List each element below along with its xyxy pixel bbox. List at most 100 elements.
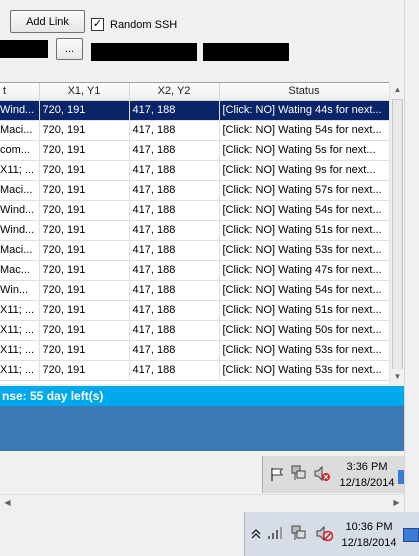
cell-status: [Click: NO] Wating 54s for next... <box>219 200 390 221</box>
cell-agent: Wind... <box>0 200 40 221</box>
chevron-up-icon[interactable] <box>251 528 261 540</box>
scroll-right-icon[interactable]: ▶ <box>389 495 404 510</box>
table-row[interactable]: X11; ... 720, 191 417, 188 [Click: NO] Wati… <box>0 160 390 181</box>
cell-x2y2: 417, 188 <box>129 280 220 301</box>
show-desktop-button[interactable] <box>403 528 419 542</box>
table-row[interactable]: X11; ... 720, 191 417, 188 [Click: NO] Wati… <box>0 300 390 321</box>
column-header-x2y2[interactable]: X2, Y2 <box>129 83 220 101</box>
browse-button[interactable]: ... <box>56 38 83 60</box>
cell-x2y2: 417, 188 <box>129 340 220 361</box>
cell-agent: Win... <box>0 280 40 301</box>
add-link-button[interactable]: Add Link <box>10 10 85 33</box>
outer-system-tray: 10:36 PM 12/18/2014 <box>244 512 419 556</box>
blue-panel <box>0 406 404 451</box>
inner-system-tray: 3:36 PM 12/18/2014 <box>262 456 404 493</box>
scrollbar-thumb[interactable] <box>392 99 403 379</box>
table-row[interactable]: Maci... 720, 191 417, 188 [Click: NO] Watin… <box>0 180 390 201</box>
cell-x1y1: 720, 191 <box>39 360 130 381</box>
redacted-field <box>0 40 48 58</box>
column-header-status[interactable]: Status <box>219 83 390 101</box>
cell-x1y1: 720, 191 <box>39 140 130 161</box>
horizontal-scrollbar[interactable]: ◀ ▶ <box>0 494 404 510</box>
table-row[interactable]: X11; ... 720, 191 417, 188 [Click: NO] Wati… <box>0 320 390 341</box>
cell-agent: X11; ... <box>0 360 40 381</box>
cell-x2y2: 417, 188 <box>129 160 220 181</box>
cell-x1y1: 720, 191 <box>39 220 130 241</box>
cell-agent: com... <box>0 140 40 161</box>
links-grid: t X1, Y1 X2, Y2 Status Wind... 720, 191 41… <box>0 82 404 384</box>
cell-agent: X11; ... <box>0 160 40 181</box>
cell-x1y1: 720, 191 <box>39 120 130 141</box>
redacted-field <box>91 43 197 61</box>
cell-status: [Click: NO] Wating 5s for next... <box>219 140 390 161</box>
cell-status: [Click: NO] Wating 9s for next... <box>219 160 390 181</box>
links-table: t X1, Y1 X2, Y2 Status Wind... 720, 191 41… <box>0 83 390 381</box>
cell-status: [Click: NO] Wating 57s for next... <box>219 180 390 201</box>
cell-x1y1: 720, 191 <box>39 280 130 301</box>
cell-x2y2: 417, 188 <box>129 320 220 341</box>
table-row[interactable]: Wind... 720, 191 417, 188 [Click: NO] Watin… <box>0 200 390 221</box>
cell-status: [Click: NO] Wating 54s for next... <box>219 280 390 301</box>
cell-status: [Click: NO] Wating 50s for next... <box>219 320 390 341</box>
table-header-row: t X1, Y1 X2, Y2 Status <box>0 83 390 101</box>
table-row[interactable]: com... 720, 191 417, 188 [Click: NO] Wating… <box>0 140 390 161</box>
cell-status: [Click: NO] Wating 44s for next... <box>219 100 390 121</box>
volume-muted-icon[interactable] <box>313 466 331 482</box>
license-status-bar: nse: 55 day left(s) <box>0 386 404 406</box>
table-row[interactable]: Wind... 720, 191 417, 188 [Click: NO] Watin… <box>0 220 390 241</box>
table-row[interactable]: Wind... 720, 191 417, 188 [Click: NO] Watin… <box>0 100 390 121</box>
cell-x2y2: 417, 188 <box>129 120 220 141</box>
cell-agent: Wind... <box>0 100 40 121</box>
random-ssh-checkbox-group[interactable]: ✓ Random SSH <box>91 18 177 31</box>
cell-x1y1: 720, 191 <box>39 180 130 201</box>
cell-x1y1: 720, 191 <box>39 240 130 261</box>
outer-clock-date[interactable]: 12/18/2014 <box>337 536 401 550</box>
table-row[interactable]: Mac... 720, 191 417, 188 [Click: NO] Wating… <box>0 260 390 281</box>
cell-agent: Wind... <box>0 220 40 241</box>
cell-x1y1: 720, 191 <box>39 320 130 341</box>
cell-x1y1: 720, 191 <box>39 200 130 221</box>
table-row[interactable]: X11; ... 720, 191 417, 188 [Click: NO] Wati… <box>0 340 390 361</box>
cell-status: [Click: NO] Wating 51s for next... <box>219 220 390 241</box>
network-icon[interactable] <box>291 465 307 482</box>
inner-clock-time[interactable]: 3:36 PM <box>335 460 399 474</box>
toolbar: Add Link ✓ Random SSH ... <box>0 0 419 82</box>
cell-agent: Maci... <box>0 120 40 141</box>
window-right-border <box>404 0 419 512</box>
table-row[interactable]: Maci... 720, 191 417, 188 [Click: NO] Watin… <box>0 240 390 261</box>
signal-icon[interactable] <box>267 526 283 540</box>
cell-x1y1: 720, 191 <box>39 100 130 121</box>
cell-agent: Mac... <box>0 260 40 281</box>
volume-muted-icon[interactable] <box>315 526 333 542</box>
cell-status: [Click: NO] Wating 53s for next... <box>219 340 390 361</box>
table-row[interactable]: X11; ... 720, 191 417, 188 [Click: NO] Wati… <box>0 360 390 381</box>
cell-x2y2: 417, 188 <box>129 180 220 201</box>
cell-x2y2: 417, 188 <box>129 220 220 241</box>
cell-x1y1: 720, 191 <box>39 340 130 361</box>
cell-x1y1: 720, 191 <box>39 300 130 321</box>
network-icon[interactable] <box>291 525 307 542</box>
cell-status: [Click: NO] Wating 51s for next... <box>219 300 390 321</box>
cell-x1y1: 720, 191 <box>39 160 130 181</box>
scroll-left-icon[interactable]: ◀ <box>0 495 15 510</box>
flag-icon[interactable] <box>269 466 285 482</box>
random-ssh-checkbox[interactable]: ✓ <box>91 18 104 31</box>
cell-agent: X11; ... <box>0 300 40 321</box>
redacted-field <box>203 43 289 61</box>
vertical-scrollbar[interactable]: ▲ ▼ <box>389 82 405 384</box>
inner-clock-date[interactable]: 12/18/2014 <box>335 476 399 490</box>
scroll-up-icon[interactable]: ▲ <box>390 82 405 97</box>
cell-status: [Click: NO] Wating 54s for next... <box>219 120 390 141</box>
column-header-x1y1[interactable]: X1, Y1 <box>39 83 130 101</box>
table-row[interactable]: Maci... 720, 191 417, 188 [Click: NO] Watin… <box>0 120 390 141</box>
scroll-down-icon[interactable]: ▼ <box>390 369 405 384</box>
table-row[interactable]: Win... 720, 191 417, 188 [Click: NO] Wating… <box>0 280 390 301</box>
cell-agent: Maci... <box>0 240 40 261</box>
cell-x2y2: 417, 188 <box>129 200 220 221</box>
outer-clock-time[interactable]: 10:36 PM <box>337 520 401 534</box>
cell-agent: X11; ... <box>0 320 40 341</box>
random-ssh-label: Random SSH <box>110 18 178 31</box>
cell-x2y2: 417, 188 <box>129 260 220 281</box>
column-header-agent[interactable]: t <box>0 83 40 101</box>
cell-x2y2: 417, 188 <box>129 140 220 161</box>
